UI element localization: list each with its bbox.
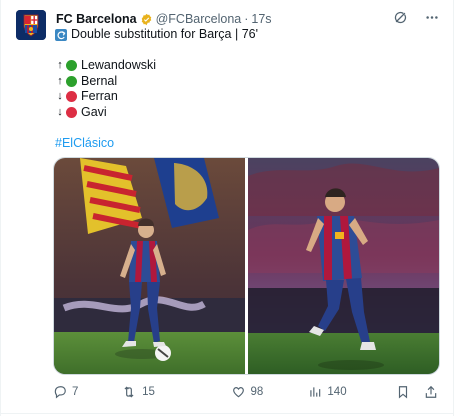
green-circle-icon bbox=[66, 75, 77, 87]
red-circle-icon bbox=[66, 106, 77, 118]
arrow-up-icon: ↑ bbox=[57, 74, 63, 87]
reply-button[interactable]: 7 bbox=[53, 385, 121, 399]
tweet-actions: 7 15 98 140 bbox=[53, 383, 438, 401]
arrow-down-icon: ↓ bbox=[57, 90, 63, 102]
photo-left[interactable] bbox=[54, 158, 245, 374]
media-grid[interactable] bbox=[53, 157, 440, 375]
tweet[interactable]: FC Barcelona @FCBarcelona · 17s Double s… bbox=[0, 0, 458, 416]
reply-count: 7 bbox=[72, 386, 79, 398]
green-circle-icon bbox=[66, 60, 77, 72]
views-button[interactable]: 140 bbox=[308, 385, 396, 399]
tweet-headline: Double substitution for Barça | 76' bbox=[71, 27, 258, 41]
football-player-photo-icon bbox=[248, 158, 439, 374]
reply-icon bbox=[54, 386, 66, 399]
player-name: Gavi bbox=[81, 104, 107, 119]
grok-icon[interactable] bbox=[393, 10, 408, 25]
retweet-icon bbox=[124, 386, 134, 398]
substitution-row: ↓ Ferran bbox=[55, 89, 444, 105]
football-player-photo-icon bbox=[54, 158, 245, 374]
player-name: Ferran bbox=[81, 89, 118, 103]
retweet-count: 15 bbox=[142, 386, 155, 398]
account-handle[interactable]: @FCBarcelona bbox=[156, 11, 242, 27]
secondary-actions bbox=[396, 385, 438, 399]
tweet-body: Double substitution for Barça | 76' ↑ Le… bbox=[55, 27, 444, 151]
more-icon[interactable] bbox=[424, 10, 440, 25]
avatar[interactable] bbox=[16, 10, 46, 40]
separator: · bbox=[244, 12, 249, 26]
views-icon bbox=[310, 387, 321, 397]
player-name: Lewandowski bbox=[81, 58, 157, 72]
account-name[interactable]: FC Barcelona bbox=[56, 11, 137, 27]
views-count: 140 bbox=[327, 386, 347, 398]
verified-badge-icon bbox=[141, 13, 151, 25]
hashtag-link[interactable]: #ElClásico bbox=[55, 136, 114, 152]
share-icon[interactable] bbox=[424, 385, 438, 399]
substitution-row: ↑ Lewandowski bbox=[55, 58, 444, 74]
player-name: Bernal bbox=[81, 73, 118, 88]
tweet-header: FC Barcelona @FCBarcelona · 17s bbox=[56, 11, 442, 27]
photo-right[interactable] bbox=[248, 158, 439, 374]
bookmark-icon[interactable] bbox=[396, 385, 410, 399]
arrow-down-icon: ↓ bbox=[57, 105, 63, 118]
substitution-row: ↓ Gavi bbox=[55, 105, 444, 121]
retweet-button[interactable]: 15 bbox=[121, 385, 216, 399]
refresh-icon bbox=[55, 28, 67, 41]
timestamp[interactable]: 17s bbox=[251, 11, 271, 27]
like-button[interactable]: 98 bbox=[231, 385, 309, 399]
tweet-headline-line: Double substitution for Barça | 76' bbox=[55, 27, 444, 43]
like-icon bbox=[232, 387, 244, 398]
arrow-up-icon: ↑ bbox=[57, 59, 63, 71]
header-actions bbox=[393, 10, 440, 25]
red-circle-icon bbox=[66, 91, 77, 103]
substitution-row: ↑ Bernal bbox=[55, 74, 444, 90]
barcelona-crest-icon bbox=[16, 10, 46, 40]
like-count: 98 bbox=[250, 386, 264, 398]
